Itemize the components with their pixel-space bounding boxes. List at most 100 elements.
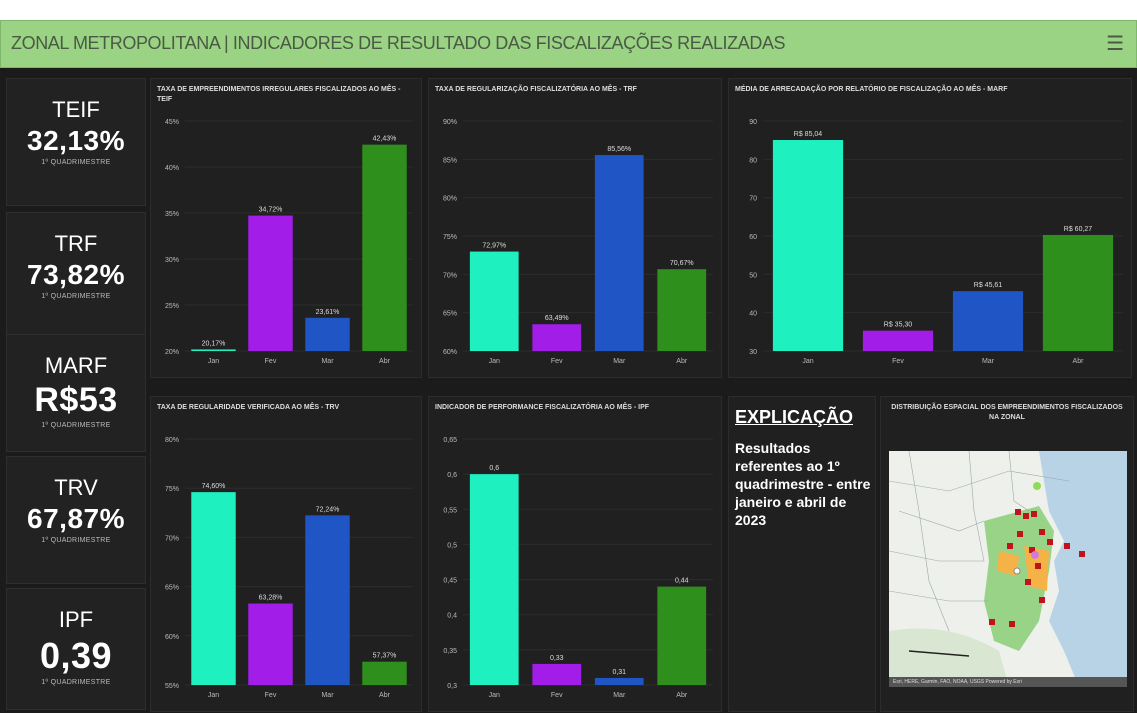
map-attribution: Esri, HERE, Garmin, FAO, NOAA, USGS Powe… — [889, 677, 1127, 687]
chart-title: MÉDIA DE ARRECADAÇÃO POR RELATÓRIO DE FI… — [735, 86, 1008, 93]
x-tick-label: Jan — [489, 358, 500, 365]
explanation-title: EXPLICAÇÃO — [735, 407, 854, 427]
bar-jan — [469, 251, 519, 351]
bar-mar — [952, 291, 1024, 351]
bar-jan — [772, 140, 844, 351]
x-tick-label: Fev — [551, 358, 563, 365]
chart-svg: 30 40 50 60 70 80 90 R$ 85,04 Jan R$ 35,30 Fev R$ 4… — [749, 119, 1123, 365]
map-graphic — [889, 451, 1127, 687]
bar-fev — [248, 603, 293, 685]
kpi-subtitle: 1º QUADRIMESTRE — [41, 293, 111, 300]
bar-fev — [862, 330, 934, 351]
data-label: 20,17% — [202, 340, 226, 347]
data-label: 57,37% — [373, 653, 397, 660]
y-tick-label: 35% — [165, 211, 179, 218]
kpi-subtitle: 1º QUADRIMESTRE — [41, 159, 111, 166]
y-tick-label: 0,3 — [447, 683, 457, 690]
y-tick-label: 0,35 — [443, 648, 457, 655]
chart-panel-marf: 30 40 50 60 70 80 90 R$ 85,04 Jan R$ 35,30 Fev R$ 4… — [728, 78, 1132, 378]
kpi-card-marf: MARF R$53 1º QUADRIMESTRE — [6, 334, 146, 452]
x-tick-label: Mar — [321, 358, 334, 365]
data-label: R$ 35,30 — [884, 322, 913, 329]
data-label: R$ 85,04 — [794, 131, 823, 138]
x-tick-label: Fev — [265, 358, 277, 365]
x-tick-label: Jan — [208, 692, 219, 699]
data-label: 85,56% — [607, 146, 631, 153]
y-tick-label: 70% — [443, 272, 457, 279]
x-tick-label: Jan — [208, 358, 219, 365]
data-label: 42,43% — [373, 136, 397, 143]
kpi-value: 67,87% — [27, 503, 125, 534]
spatial-distribution-map[interactable]: Esri, HERE, Garmin, FAO, NOAA, USGS Powe… — [889, 451, 1127, 687]
x-tick-label: Fev — [551, 692, 563, 699]
x-tick-label: Fev — [892, 358, 904, 365]
x-tick-label: Mar — [613, 358, 626, 365]
y-tick-label: 75% — [443, 234, 457, 241]
x-tick-label: Jan — [489, 692, 500, 699]
chart-panel-trv: 55% 60% 65% 70% 75% 80% 74,60% Jan 63,28% Fev 72,2… — [150, 396, 422, 712]
chart-title: TAXA DE EMPREENDIMENTOS IRREGULARES FISC… — [157, 86, 401, 103]
data-label: 63,49% — [545, 315, 569, 322]
y-tick-label: 0,45 — [443, 578, 457, 585]
x-tick-label: Fev — [265, 692, 277, 699]
kpi-subtitle: 1º QUADRIMESTRE — [41, 537, 111, 544]
kpi-value: R$53 — [34, 381, 118, 419]
bar-mar — [305, 515, 350, 685]
y-tick-label: 60 — [749, 234, 757, 241]
chart-title: TAXA DE REGULARIDADE VERIFICADA AO MÊS -… — [157, 404, 340, 411]
data-label: 23,61% — [316, 309, 340, 316]
y-tick-label: 65% — [165, 585, 179, 592]
chart-panel-teif: 20% 25% 30% 35% 40% 45% 20,17% Jan 34,72% Fev 23,6… — [150, 78, 422, 378]
y-tick-label: 70% — [165, 535, 179, 542]
y-tick-label: 50 — [749, 272, 757, 279]
kpi-value: 73,82% — [27, 259, 125, 290]
y-tick-label: 30% — [165, 257, 179, 264]
kpi-code: TRF — [54, 231, 98, 256]
y-tick-label: 55% — [165, 683, 179, 690]
y-tick-label: 90 — [749, 119, 757, 126]
map-title: DISTRIBUIÇÃO ESPACIAL DOS EMPREENDIMENTO… — [891, 404, 1123, 421]
kpi-card-teif: TEIF 32,13% 1º QUADRIMESTRE — [6, 78, 146, 206]
y-tick-label: 80 — [749, 157, 757, 164]
bar-fev — [248, 215, 293, 351]
bar-abr — [1042, 234, 1114, 351]
chart-title: INDICADOR DE PERFORMANCE FISCALIZATÓRIA … — [435, 404, 650, 411]
x-tick-label: Abr — [676, 692, 688, 699]
bar-fev — [532, 324, 582, 351]
y-tick-label: 30 — [749, 349, 757, 356]
chart-svg: 60% 65% 70% 75% 80% 85% 90% 72,97% Jan 63,49% Fev 8… — [443, 119, 713, 365]
kpi-card-ipf: IPF 0,39 1º QUADRIMESTRE — [6, 588, 146, 710]
kpi-value: 32,13% — [27, 125, 125, 156]
y-tick-label: 40% — [165, 165, 179, 172]
y-tick-label: 70 — [749, 196, 757, 203]
x-tick-label: Abr — [379, 692, 391, 699]
kpi-code: TEIF — [52, 97, 100, 122]
explanation-panel: EXPLICAÇÃO Resultados referentes ao 1º q… — [728, 396, 876, 712]
y-tick-label: 40 — [749, 311, 757, 318]
bar-fev — [532, 663, 582, 685]
data-label: 74,60% — [202, 483, 226, 490]
bar-mar — [594, 155, 644, 351]
hamburger-menu-icon[interactable]: ☰ — [1106, 31, 1124, 56]
explanation-text: Resultados referentes ao 1º quadrimestre… — [735, 440, 871, 528]
y-tick-label: 75% — [165, 486, 179, 493]
data-label: R$ 60,27 — [1064, 226, 1093, 233]
y-tick-label: 45% — [165, 119, 179, 126]
x-tick-label: Abr — [676, 358, 688, 365]
bar-jan — [191, 492, 236, 685]
kpi-code: IPF — [58, 607, 94, 632]
y-tick-label: 0,4 — [447, 613, 457, 620]
y-tick-label: 60% — [443, 349, 457, 356]
dashboard-header: ZONAL METROPOLITANA | INDICADORES DE RES… — [0, 20, 1137, 68]
kpi-subtitle: 1º QUADRIMESTRE — [41, 422, 111, 429]
y-tick-label: 80% — [165, 437, 179, 444]
data-label: R$ 45,61 — [974, 282, 1003, 289]
data-label: 0,44 — [675, 578, 689, 585]
y-tick-label: 60% — [165, 634, 179, 641]
chart-panel-trf: 60% 65% 70% 75% 80% 85% 90% 72,97% Jan 63,49% Fev 8… — [428, 78, 722, 378]
bar-abr — [657, 586, 707, 685]
x-tick-label: Jan — [802, 358, 813, 365]
kpi-card-trv: TRV 67,87% 1º QUADRIMESTRE — [6, 456, 146, 584]
y-tick-label: 85% — [443, 157, 457, 164]
kpi-subtitle: 1º QUADRIMESTRE — [41, 679, 111, 686]
